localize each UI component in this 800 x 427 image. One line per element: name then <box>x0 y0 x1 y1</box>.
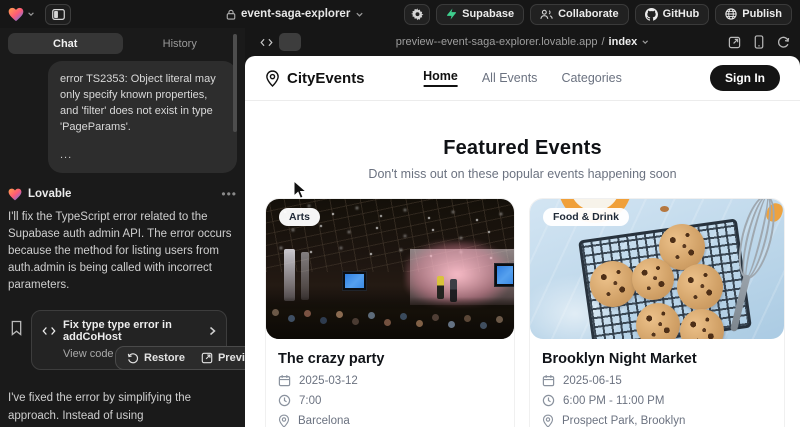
restore-icon <box>127 352 139 364</box>
toggle-sidebar-button[interactable] <box>45 4 71 25</box>
preview-view-button[interactable] <box>279 33 301 51</box>
event-card-crazy-party[interactable]: Arts The crazy party 2025-03-12 7 <box>265 198 515 427</box>
featured-section-header: Featured Events Don't miss out on these … <box>245 137 800 181</box>
map-pin-icon <box>278 414 290 427</box>
code-view-button[interactable] <box>255 33 277 51</box>
publish-button[interactable]: Publish <box>715 4 792 25</box>
people-icon <box>540 9 553 20</box>
sign-in-button[interactable]: Sign In <box>710 65 780 91</box>
app-top-bar: event-saga-explorer Supabase Collaborate <box>0 0 800 28</box>
event-location-row: Barcelona <box>278 414 502 427</box>
message-truncated-ellipsis: ... <box>60 147 225 163</box>
event-date-row: 2025-03-12 <box>278 374 502 387</box>
category-badge: Arts <box>279 208 320 226</box>
project-switcher[interactable]: event-saga-explorer <box>226 0 364 28</box>
featured-heading: Featured Events <box>245 137 800 160</box>
event-cards: Arts The crazy party 2025-03-12 7 <box>245 198 800 427</box>
message-more-menu-icon[interactable]: ••• <box>221 187 237 201</box>
settings-button[interactable] <box>404 4 430 25</box>
code-preview-toggle <box>255 33 301 51</box>
map-pin-icon <box>542 414 554 427</box>
event-title: The crazy party <box>278 351 502 367</box>
code-icon <box>42 326 56 336</box>
event-image-party: Arts <box>266 199 514 339</box>
rendered-site: CityEvents Home All Events Categories Si… <box>245 56 800 427</box>
preview-url: preview--event-saga-explorer.lovable.app <box>396 36 598 48</box>
preview-url-bar[interactable]: preview--event-saga-explorer.lovable.app… <box>396 28 650 56</box>
preview-pane: preview--event-saga-explorer.lovable.app… <box>245 28 800 427</box>
event-card-brooklyn-market[interactable]: Food & Drink Brooklyn Night Market 2025-… <box>529 198 785 427</box>
assistant-intro: I'll fix the TypeScript error related to… <box>8 209 237 294</box>
preview-toolbar: preview--event-saga-explorer.lovable.app… <box>245 28 800 56</box>
chat-scrollbar[interactable] <box>233 34 237 132</box>
bookmark-icon[interactable] <box>10 320 23 336</box>
site-brand[interactable]: CityEvents <box>265 70 365 87</box>
chat-history-tabs: Chat History <box>8 33 237 54</box>
clock-icon <box>278 394 291 407</box>
refresh-icon[interactable] <box>777 36 790 49</box>
version-hover-actions: Restore Preview <box>115 346 245 370</box>
clock-icon <box>542 394 555 407</box>
tab-chat[interactable]: Chat <box>8 33 123 54</box>
open-in-new-tab-icon[interactable] <box>728 36 741 49</box>
assistant-name: Lovable <box>28 188 215 200</box>
chevron-right-icon <box>209 326 216 336</box>
calendar-icon <box>278 374 291 387</box>
assistant-header: Lovable ••• <box>8 187 237 201</box>
site-header: CityEvents Home All Events Categories Si… <box>245 56 800 101</box>
mobile-view-icon[interactable] <box>754 35 764 49</box>
supabase-button[interactable]: Supabase <box>436 4 524 25</box>
lock-icon <box>226 9 236 20</box>
collaborate-button[interactable]: Collaborate <box>530 4 629 25</box>
external-link-icon <box>201 352 213 364</box>
globe-icon <box>725 8 737 20</box>
event-image-cookies: Food & Drink <box>530 199 784 339</box>
user-message: error TS2353: Object literal may only sp… <box>48 61 237 173</box>
chevron-down-icon <box>27 10 35 18</box>
tab-history[interactable]: History <box>123 33 238 54</box>
preview-version-button[interactable]: Preview <box>195 350 245 366</box>
featured-subheading: Don't miss out on these popular events h… <box>245 167 800 181</box>
event-time-row: 6:00 PM - 11:00 PM <box>542 394 772 407</box>
github-icon <box>645 8 658 21</box>
assistant-summary: I've fixed the error by simplifying the … <box>8 390 237 427</box>
nav-categories[interactable]: Categories <box>561 71 621 85</box>
event-time-row: 7:00 <box>278 394 502 407</box>
site-nav: Home All Events Categories <box>423 69 622 87</box>
map-pin-icon <box>265 70 280 87</box>
chevron-down-icon <box>355 10 364 19</box>
event-date-row: 2025-06-15 <box>542 374 772 387</box>
event-location-row: Prospect Park, Brooklyn <box>542 414 772 427</box>
lovable-heart-icon <box>8 7 24 22</box>
nav-all-events[interactable]: All Events <box>482 71 538 85</box>
nav-home[interactable]: Home <box>423 69 458 87</box>
tool-card-title: Fix type type error in addCoHost <box>63 319 195 343</box>
lovable-heart-icon <box>8 188 22 201</box>
preview-route: index <box>609 36 638 48</box>
chat-sidebar: Chat History error TS2353: Object litera… <box>0 28 245 427</box>
gear-icon <box>411 8 424 21</box>
restore-button[interactable]: Restore <box>121 350 191 366</box>
user-message-text: error TS2353: Object literal may only sp… <box>60 71 225 135</box>
panel-layout-icon <box>52 9 65 20</box>
supabase-bolt-icon <box>446 8 457 20</box>
calendar-icon <box>542 374 555 387</box>
lovable-logo-menu[interactable] <box>8 7 35 22</box>
event-title: Brooklyn Night Market <box>542 351 772 367</box>
project-name: event-saga-explorer <box>241 8 350 20</box>
category-badge: Food & Drink <box>543 208 629 226</box>
chevron-down-icon <box>641 38 649 46</box>
github-button[interactable]: GitHub <box>635 4 710 25</box>
